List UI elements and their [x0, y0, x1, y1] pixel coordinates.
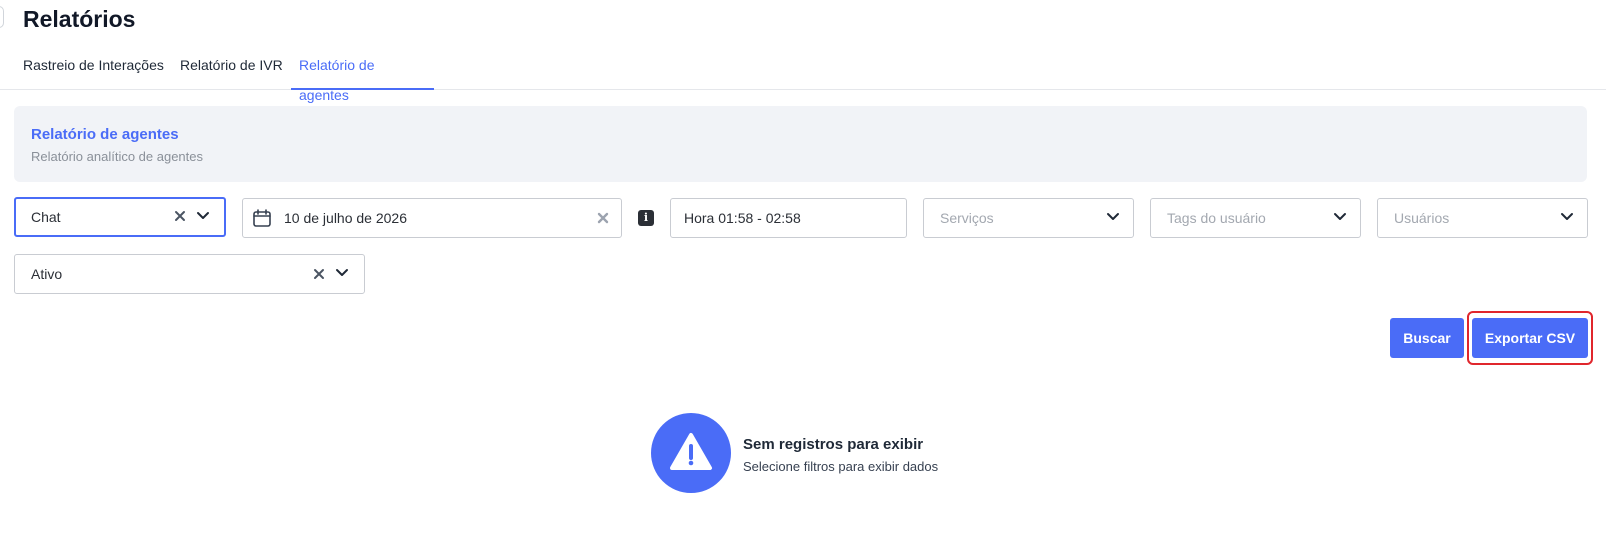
empty-state-subtitle: Selecione filtros para exibir dados: [743, 459, 939, 474]
empty-state-badge: [651, 413, 731, 493]
user-tags-select[interactable]: Tags do usuário: [1150, 198, 1361, 238]
users-placeholder: Usuários: [1394, 210, 1450, 226]
tab-relatorio-ivr[interactable]: Relatório de IVR: [180, 50, 283, 89]
chevron-down-icon[interactable]: [1333, 212, 1347, 222]
card-subtitle: Relatório analítico de agentes: [31, 149, 204, 164]
chevron-down-icon[interactable]: [1560, 212, 1574, 222]
tab-relatorio-agentes[interactable]: Relatório de agentes: [291, 50, 434, 103]
time-range-value: Hora 01:58 - 02:58: [684, 210, 801, 226]
card-title: Relatório de agentes: [31, 126, 179, 143]
status-select-value: Ativo: [31, 266, 63, 282]
info-icon[interactable]: i: [638, 210, 654, 226]
chevron-down-icon[interactable]: [1106, 212, 1120, 222]
chevron-down-icon[interactable]: [335, 268, 349, 278]
time-range-field[interactable]: Hora 01:58 - 02:58: [670, 198, 907, 238]
empty-state-title: Sem registros para exibir: [743, 436, 924, 453]
page-title: Relatórios: [23, 6, 136, 32]
services-placeholder: Serviços: [940, 210, 994, 226]
warning-icon: [670, 433, 712, 470]
chevron-down-icon[interactable]: [196, 211, 210, 221]
date-picker[interactable]: 10 de julho de 2026: [242, 198, 622, 238]
users-select[interactable]: Usuários: [1377, 198, 1588, 238]
sidebar-edge: [0, 6, 4, 28]
status-select[interactable]: Ativo: [14, 254, 365, 294]
services-select[interactable]: Serviços: [923, 198, 1134, 238]
tab-bar: Rastreio de Interações Relatório de IVR …: [0, 50, 1606, 103]
calendar-icon: [253, 209, 271, 227]
close-icon[interactable]: [174, 210, 186, 222]
date-value: 10 de julho de 2026: [284, 210, 407, 226]
report-info-card: Relatório de agentes Relatório analítico…: [14, 106, 1587, 182]
tab-rastreio-interacoes[interactable]: Rastreio de Interações: [23, 50, 164, 89]
export-csv-button[interactable]: Exportar CSV: [1472, 318, 1588, 358]
channel-select[interactable]: Chat: [14, 197, 226, 237]
close-icon[interactable]: [597, 212, 609, 224]
search-button[interactable]: Buscar: [1390, 318, 1464, 358]
user-tags-placeholder: Tags do usuário: [1167, 210, 1266, 226]
channel-select-value: Chat: [31, 209, 61, 225]
close-icon[interactable]: [313, 268, 325, 280]
